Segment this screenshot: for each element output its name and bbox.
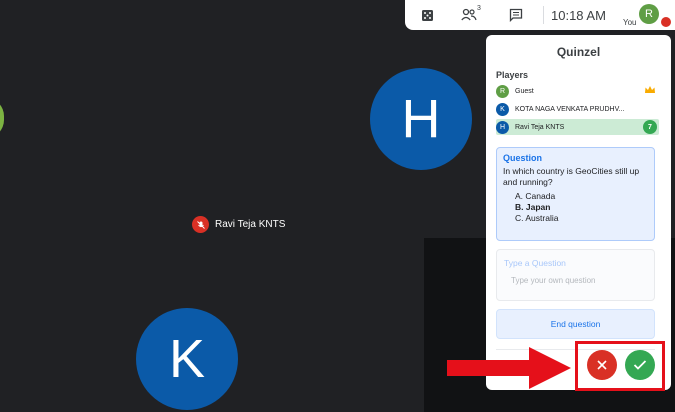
arrow-annotation — [447, 347, 571, 389]
chat-icon[interactable] — [508, 7, 524, 23]
question-input[interactable] — [511, 276, 646, 285]
quinzel-panel: Quinzel Players R Guest K KOTA NAGA VENK… — [486, 35, 671, 390]
player-row-current: H Ravi Teja KNTS 7 — [496, 119, 659, 135]
clock: 10:18 AM — [551, 8, 606, 23]
question-card: Question In which country is GeoCities s… — [496, 147, 655, 241]
reject-answer-button[interactable] — [587, 350, 617, 380]
option-a: A. Canada — [515, 191, 556, 201]
question-label: Question — [503, 153, 543, 163]
panel-title: Quinzel — [556, 45, 601, 59]
option-b: B. Japan — [515, 202, 551, 212]
close-icon — [597, 360, 607, 370]
participant-name-tag: Ravi Teja KNTS — [192, 216, 285, 233]
self-label: You — [623, 18, 637, 27]
player-score-badge: 7 — [643, 120, 657, 134]
participant-avatar-k: K — [136, 308, 238, 410]
crown-icon — [644, 85, 656, 97]
player-name: Ravi Teja KNTS — [515, 123, 565, 131]
check-icon — [633, 360, 647, 370]
option-c: C. Australia — [515, 213, 559, 223]
player-row: K KOTA NAGA VENKATA PRUDHV... — [496, 101, 656, 117]
accept-answer-button[interactable] — [625, 350, 655, 380]
participant-avatar-h: H — [370, 68, 472, 170]
question-options: A. Canada B. Japan C. Australia — [515, 191, 648, 224]
self-avatar[interactable]: R — [639, 4, 659, 24]
activities-icon[interactable] — [419, 7, 435, 23]
people-icon[interactable] — [461, 7, 477, 23]
player-name: KOTA NAGA VENKATA PRUDHV... — [515, 105, 625, 113]
type-question-card: Type a Question — [496, 249, 655, 301]
type-question-label: Type a Question — [504, 258, 566, 268]
player-avatar: R — [496, 84, 509, 98]
self-mic-off-icon — [661, 17, 671, 27]
player-row: R Guest — [496, 83, 656, 99]
player-name: Guest — [515, 87, 534, 95]
mic-off-icon — [192, 216, 209, 233]
meeting-top-bar: 3 10:18 AM R You — [405, 0, 675, 30]
question-text: In which country is GeoCities still up a… — [503, 166, 640, 187]
top-bar-divider — [543, 6, 544, 24]
end-question-button[interactable]: End question — [496, 309, 655, 339]
participants-count: 3 — [477, 5, 481, 12]
players-heading: Players — [496, 70, 529, 80]
player-avatar: H — [496, 120, 509, 134]
player-avatar: K — [496, 102, 509, 116]
participant-name: Ravi Teja KNTS — [215, 219, 286, 230]
